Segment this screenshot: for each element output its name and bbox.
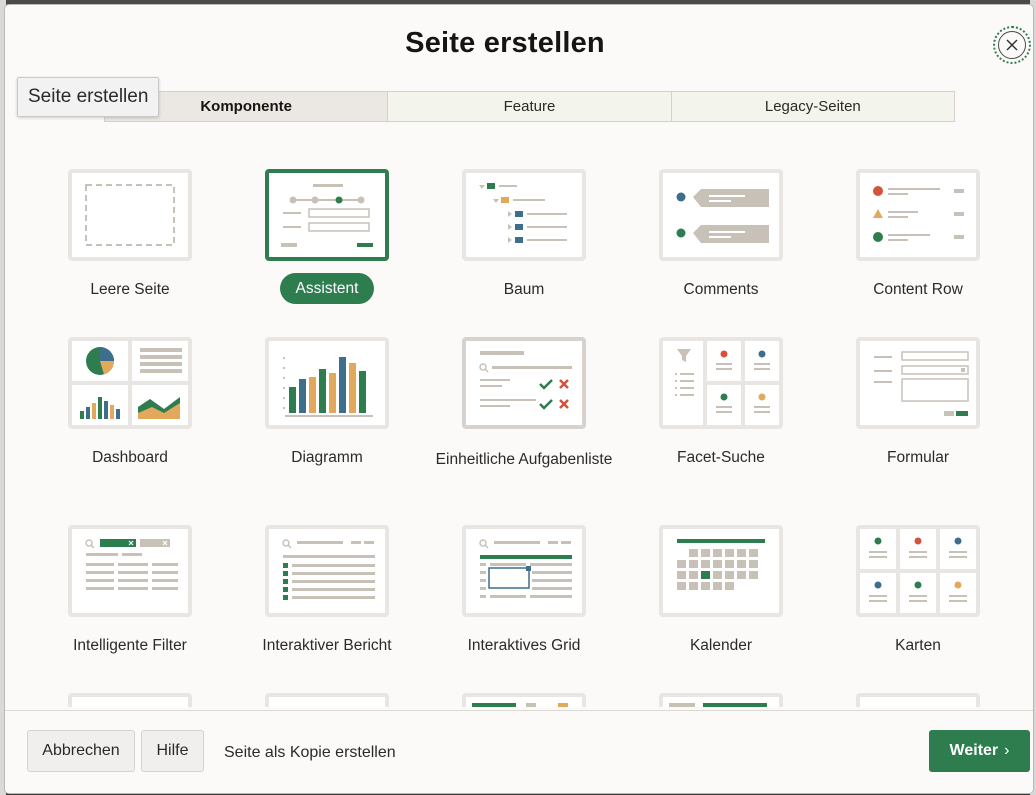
comments-icon — [659, 169, 783, 261]
task-list-icon — [462, 337, 586, 429]
tile-label: Formular — [886, 449, 949, 466]
tile-label: Intelligente Filter — [73, 637, 187, 654]
cancel-button[interactable]: Abbrechen — [27, 730, 135, 772]
blank-page-icon — [68, 169, 192, 261]
tile-label: Facet-Suche — [677, 449, 765, 466]
interactive-grid-icon — [462, 525, 586, 617]
tile-row4-3[interactable] — [434, 693, 614, 707]
tab-bar: Komponente Feature Legacy-Seiten — [104, 91, 955, 122]
page-template-icon — [462, 693, 586, 707]
tile-leere-seite[interactable]: Leere Seite — [40, 169, 220, 300]
next-button[interactable]: Weiter › — [929, 730, 1030, 772]
tile-label: Assistent — [279, 273, 375, 304]
next-button-label: Weiter — [949, 742, 999, 759]
tile-label: Karten — [895, 637, 941, 654]
tile-interaktiver-bericht[interactable]: Interaktiver Bericht — [237, 525, 417, 656]
wizard-icon — [265, 169, 389, 261]
form-icon — [856, 337, 980, 429]
tab-feature[interactable]: Feature — [388, 92, 672, 121]
page-template-icon — [265, 693, 389, 707]
dialog-title: Seite erstellen — [405, 27, 605, 59]
tile-label: Content Row — [873, 281, 963, 298]
page-template-icon — [856, 693, 980, 707]
cards-icon — [856, 525, 980, 617]
smart-filter-icon — [68, 525, 192, 617]
page-template-icon — [659, 693, 783, 707]
chart-icon — [265, 337, 389, 429]
tile-label: Dashboard — [92, 449, 168, 466]
component-grid: Leere Seite Assistent Baum Comments Cont… — [5, 155, 1033, 707]
tile-assistent[interactable]: Assistent — [237, 169, 417, 304]
page-template-icon — [68, 693, 192, 707]
chevron-right-icon: › — [1004, 742, 1010, 759]
tile-label: Leere Seite — [90, 281, 170, 298]
tile-interaktives-grid[interactable]: Interaktives Grid — [434, 525, 614, 656]
help-button[interactable]: Hilfe — [141, 730, 204, 772]
tile-formular[interactable]: Formular — [828, 337, 1008, 468]
tile-content-row[interactable]: Content Row — [828, 169, 1008, 300]
tile-label: Interaktiver Bericht — [262, 637, 392, 654]
tile-diagramm[interactable]: Diagramm — [237, 337, 417, 468]
content-row-icon — [856, 169, 980, 261]
tile-kalender[interactable]: Kalender — [631, 525, 811, 656]
tile-label: Comments — [683, 281, 759, 298]
tile-row4-5[interactable] — [828, 693, 1008, 707]
tile-einheitliche-aufgabenliste[interactable]: Einheitliche Aufgabenliste — [434, 337, 614, 470]
calendar-icon — [659, 525, 783, 617]
tile-facet-suche[interactable]: Facet-Suche — [631, 337, 811, 468]
tooltip: Seite erstellen — [17, 77, 160, 117]
tile-label: Baum — [503, 281, 545, 298]
interactive-report-icon — [265, 525, 389, 617]
tile-comments[interactable]: Comments — [631, 169, 811, 300]
close-icon — [998, 31, 1026, 59]
facet-search-icon — [659, 337, 783, 429]
tile-label: Kalender — [689, 637, 753, 654]
tile-label: Interaktives Grid — [467, 637, 581, 654]
tile-row4-2[interactable] — [237, 693, 417, 707]
tile-intelligente-filter[interactable]: Intelligente Filter — [40, 525, 220, 656]
tree-icon — [462, 169, 586, 261]
tile-label: Einheitliche Aufgabenliste — [435, 451, 613, 468]
dashboard-icon — [68, 337, 192, 429]
dialog-footer: Abbrechen Hilfe Seite als Kopie erstelle… — [5, 710, 1033, 793]
tile-dashboard[interactable]: Dashboard — [40, 337, 220, 468]
tile-row4-1[interactable] — [40, 693, 220, 707]
tile-label: Diagramm — [291, 449, 363, 466]
tab-legacy-seiten[interactable]: Legacy-Seiten — [671, 92, 954, 121]
create-page-dialog: Seite erstellen Seite erstellen Komponen… — [5, 5, 1033, 793]
tile-baum[interactable]: Baum — [434, 169, 614, 300]
copy-page-link[interactable]: Seite als Kopie erstellen — [224, 744, 396, 762]
tile-karten[interactable]: Karten — [828, 525, 1008, 656]
tile-row4-4[interactable] — [631, 693, 811, 707]
close-button[interactable] — [993, 26, 1031, 64]
